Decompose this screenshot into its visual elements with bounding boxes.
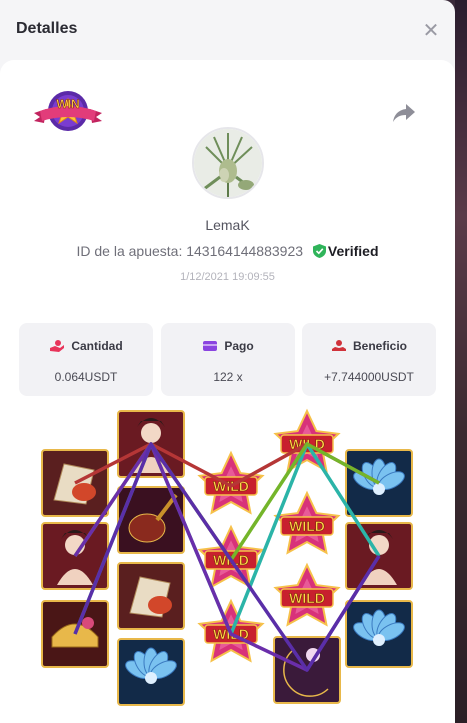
bet-id-label: ID de la apuesta: — [76, 243, 183, 259]
slot-symbol-wild: WILD — [273, 562, 341, 627]
stat-beneficio: Beneficio +7.744000USDT — [302, 323, 436, 396]
stat-label: Cantidad — [71, 339, 123, 353]
close-icon[interactable]: ✕ — [420, 20, 442, 42]
coin-stack-icon — [331, 340, 346, 351]
stat-value: 122 x — [213, 370, 243, 384]
hand-coins-icon — [50, 340, 65, 352]
share-icon[interactable] — [392, 102, 416, 124]
win-badge-text: WIN — [56, 97, 79, 111]
slot-symbol-wild: WILD — [273, 408, 341, 473]
stat-label: Beneficio — [352, 339, 407, 353]
username: LemaK — [205, 217, 250, 233]
slot-result-board: WILDWILDWILDWILDWILDWILD — [41, 408, 413, 706]
modal-title: Detalles — [16, 20, 78, 37]
stat-pago: Pago 122 x — [161, 323, 295, 396]
stat-value: 0.064USDT — [54, 370, 118, 384]
bet-timestamp: 1/12/2021 19:09:55 — [180, 271, 275, 283]
bet-id-value: 143164144883923 — [186, 243, 304, 259]
slot-symbol-fan — [117, 562, 185, 630]
slot-symbol-lotus — [345, 600, 413, 668]
modal-header: Detalles ✕ — [0, 0, 455, 60]
win-star-badge-icon: WIN — [34, 91, 102, 131]
svg-text:WILD: WILD — [289, 518, 325, 534]
wallet-icon — [203, 341, 218, 351]
slot-symbol-lotus — [117, 638, 185, 706]
avatar — [192, 127, 264, 199]
verified-label: Verified — [327, 243, 379, 259]
verified-shield-icon — [312, 244, 326, 258]
stat-label: Pago — [224, 339, 254, 353]
slot-symbol-wild: WILD — [197, 450, 265, 515]
bet-id-row: ID de la apuesta: 143164144883923 Verifi… — [0, 243, 455, 259]
stat-cantidad: Cantidad 0.064USDT — [19, 323, 153, 396]
stat-value: +7.744000USDT — [324, 370, 414, 384]
background-game-edge — [455, 0, 467, 723]
details-modal: Detalles ✕ WIN LemaK ID de la apuesta: 1… — [0, 0, 455, 723]
svg-text:WILD: WILD — [289, 590, 325, 606]
